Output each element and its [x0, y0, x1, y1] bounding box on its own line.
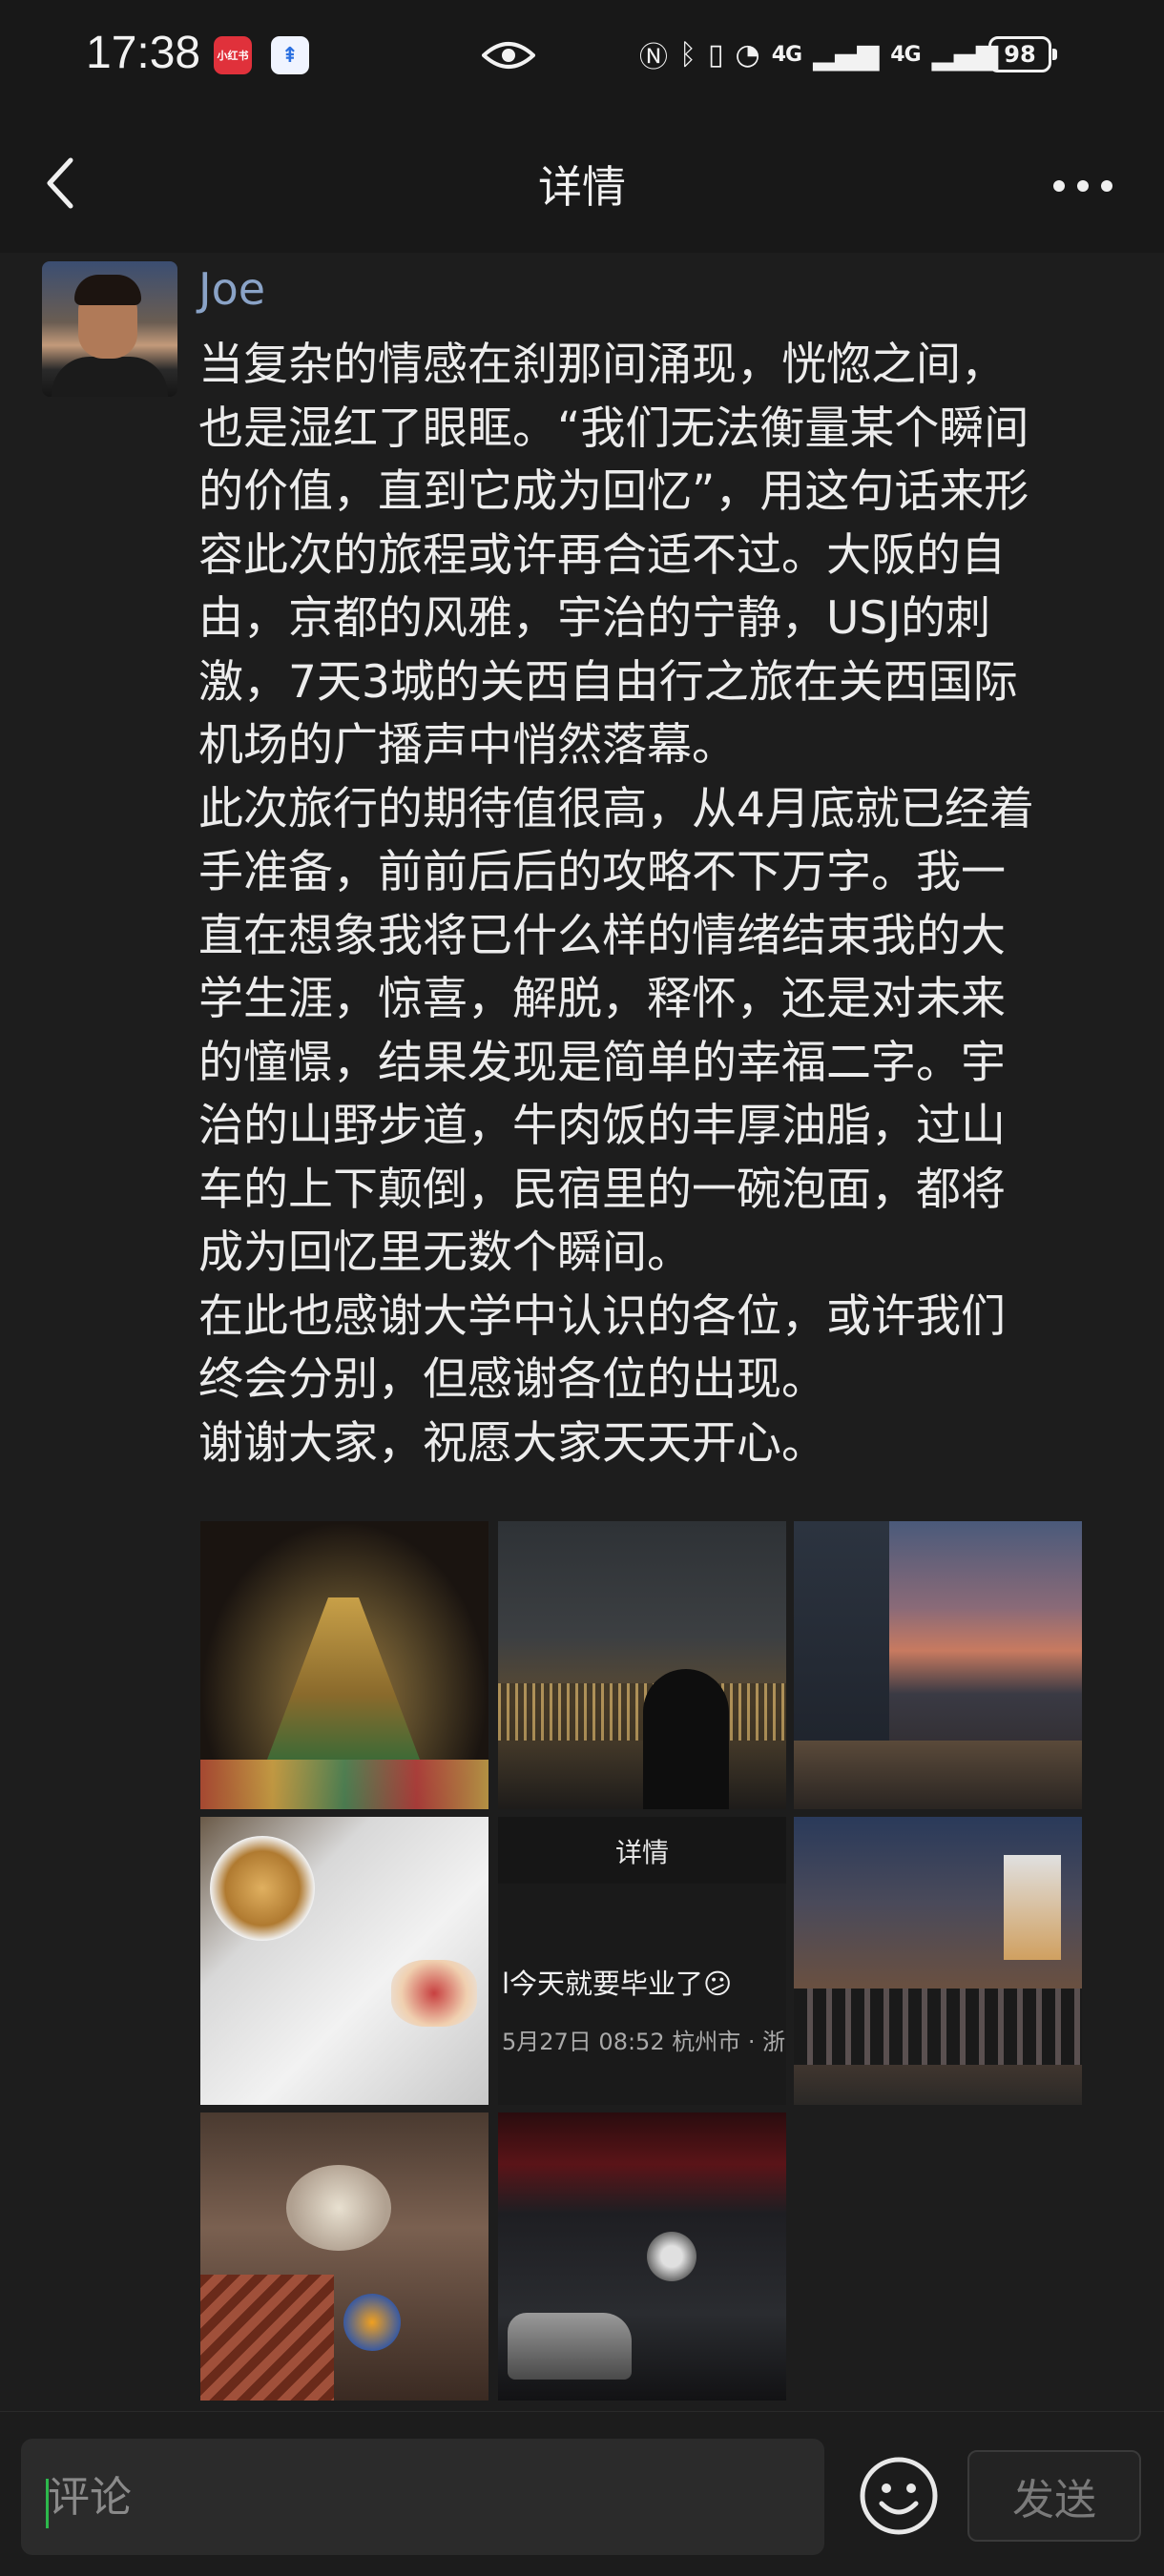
bluetooth-icon: ᛒ	[679, 37, 696, 72]
send-button[interactable]: 发送	[967, 2450, 1141, 2542]
screenshot-header: 详情	[498, 1817, 786, 1884]
eye-icon	[482, 42, 535, 69]
avatar[interactable]	[42, 261, 177, 397]
photo-street-go-kart[interactable]	[794, 1817, 1082, 2105]
battery-indicator: 98	[988, 36, 1057, 72]
screenshot-meta: 5月27日 08:52 杭州市 · 浙	[502, 2029, 786, 2055]
status-time: 17:38	[86, 28, 201, 78]
more-options-icon[interactable]	[1050, 176, 1116, 196]
photo-noodles-meal[interactable]	[200, 1817, 488, 2105]
photo-city-night-view[interactable]	[498, 1521, 786, 1809]
nav-bar: 详情	[0, 114, 1164, 253]
status-bar: 17:38 小红书 ⇞ Ⓝ ᛒ ▯ ◔ 4G ▂▄▆ 4G ▂▄▆ 98	[0, 0, 1164, 114]
page-title: 详情	[538, 161, 626, 213]
nfc-icon: Ⓝ	[639, 41, 668, 74]
comment-bar: 发送	[0, 2411, 1164, 2576]
comment-input[interactable]	[21, 2439, 824, 2555]
post-content: 当复杂的情感在刹那间涌现，恍惚之间， 也是湿红了眼眶。“我们无法衡量某个瞬间 的…	[198, 339, 1034, 1470]
photo-screenshot-post[interactable]: 详情 l今天就要毕业了😕 5月27日 08:52 杭州市 · 浙	[498, 1817, 786, 2105]
photo-osaka-street-dusk[interactable]	[794, 1521, 1082, 1809]
signal-4g-icon-2: 4G	[890, 42, 921, 67]
system-icons: Ⓝ ᛒ ▯ ◔ 4G ▂▄▆ 4G ▂▄▆	[639, 31, 998, 78]
screenshot-text: l今天就要毕业了😕	[502, 1968, 733, 2000]
signal-bars-icon: ▂▄▆	[813, 37, 880, 72]
photo-beef-set-meal[interactable]	[200, 2112, 488, 2401]
vibrate-icon: ▯	[708, 37, 724, 72]
post-username[interactable]: Joe	[198, 263, 265, 315]
text-caret	[46, 2479, 49, 2528]
photo-usj-castle-night[interactable]	[200, 1521, 488, 1809]
emoji-icon[interactable]	[857, 2454, 941, 2538]
tree-app-icon: ⇞	[271, 36, 309, 74]
xiaohongshu-app-icon: 小红书	[214, 36, 252, 74]
photo-mazda-showroom[interactable]	[498, 2112, 786, 2401]
wifi-icon: ◔	[735, 37, 760, 72]
signal-4g-icon: 4G	[771, 42, 802, 67]
